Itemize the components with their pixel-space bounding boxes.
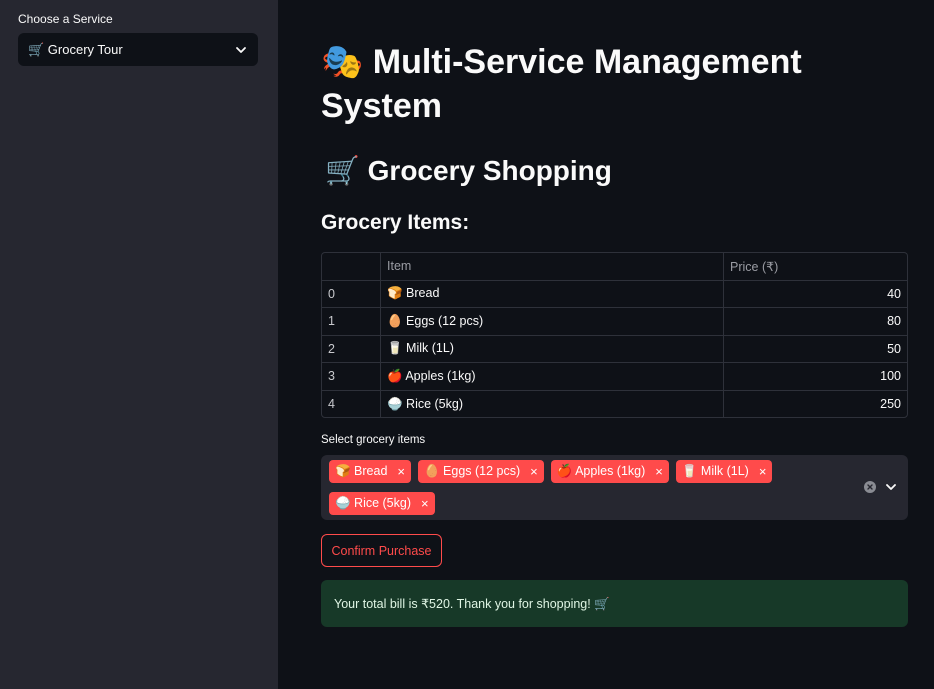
selected-tag-milk: 🥛 Milk (1L) ×: [675, 460, 773, 483]
remove-tag-icon[interactable]: ×: [655, 464, 663, 479]
grocery-table: Item Price (₹) 0 🍞 Bread 40 1 🥚 Eggs (12…: [321, 252, 908, 418]
remove-tag-icon[interactable]: ×: [530, 464, 538, 479]
success-alert: Your total bill is ₹520. Thank you for s…: [321, 580, 908, 627]
grocery-multiselect[interactable]: 🍞 Bread × 🥚 Eggs (12 pcs) × 🍎 Apples (1k…: [321, 455, 908, 520]
confirm-purchase-button[interactable]: Confirm Purchase: [321, 534, 442, 567]
service-select-value: 🛒 Grocery Tour: [28, 41, 123, 57]
selected-tag-rice: 🍚 Rice (5kg) ×: [329, 492, 435, 515]
tag-label: 🥚 Eggs (12 pcs): [424, 464, 521, 478]
row-item: 🍚 Rice (5kg): [381, 390, 724, 417]
row-index: 2: [322, 335, 381, 362]
row-price: 40: [887, 286, 901, 301]
remove-tag-icon[interactable]: ×: [759, 464, 767, 479]
row-index: 1: [322, 308, 381, 335]
chevron-down-icon: [234, 43, 248, 57]
row-item: 🍞 Bread: [381, 280, 724, 307]
service-select[interactable]: 🛒 Grocery Tour: [18, 33, 258, 66]
grocery-multiselect-label: Select grocery items: [321, 434, 426, 446]
tag-label: 🍞 Bread: [335, 464, 388, 478]
tag-label: 🍎 Apples (1kg): [556, 464, 646, 478]
row-price: 100: [880, 369, 901, 384]
chevron-down-icon[interactable]: [885, 480, 897, 498]
table-header-row: Item Price (₹): [322, 253, 907, 281]
row-price: 50: [887, 341, 901, 356]
row-price: 250: [880, 397, 901, 412]
table-row: 4 🍚 Rice (5kg) 250: [322, 390, 907, 417]
remove-tag-icon[interactable]: ×: [397, 464, 405, 479]
index-column-header: [322, 253, 381, 280]
tag-label: 🥛 Milk (1L): [681, 464, 749, 478]
item-column-header[interactable]: Item: [381, 253, 724, 280]
row-item: 🍎 Apples (1kg): [381, 363, 724, 390]
row-index: 4: [322, 390, 381, 417]
row-item: 🥚 Eggs (12 pcs): [381, 308, 724, 335]
section-title: 🛒 Grocery Shopping: [325, 155, 612, 186]
service-select-label: Choose a Service: [18, 12, 113, 26]
main-content: 🎭 Multi-Service Management System 🛒 Groc…: [278, 0, 934, 689]
table-row: 3 🍎 Apples (1kg) 100: [322, 363, 907, 391]
page-title: 🎭 Multi-Service Management System: [321, 43, 802, 125]
grocery-items-heading: Grocery Items:: [321, 211, 470, 234]
selected-tag-bread: 🍞 Bread ×: [329, 460, 411, 483]
table-row: 0 🍞 Bread 40: [322, 280, 907, 308]
row-item: 🥛 Milk (1L): [381, 335, 724, 362]
remove-tag-icon[interactable]: ×: [421, 496, 429, 511]
sidebar: Choose a Service 🛒 Grocery Tour: [0, 0, 278, 689]
price-column-header[interactable]: Price (₹): [724, 253, 907, 280]
row-index: 3: [322, 363, 381, 390]
clear-all-icon[interactable]: [864, 481, 876, 493]
table-row: 2 🥛 Milk (1L) 50: [322, 335, 907, 363]
table-row: 1 🥚 Eggs (12 pcs) 80: [322, 308, 907, 336]
selected-tag-eggs: 🥚 Eggs (12 pcs) ×: [418, 460, 544, 483]
alert-message: Your total bill is ₹520. Thank you for s…: [334, 596, 610, 611]
row-index: 0: [322, 280, 381, 307]
tag-label: 🍚 Rice (5kg): [335, 496, 411, 510]
selected-tag-apples: 🍎 Apples (1kg) ×: [550, 460, 669, 483]
row-price: 80: [887, 314, 901, 329]
